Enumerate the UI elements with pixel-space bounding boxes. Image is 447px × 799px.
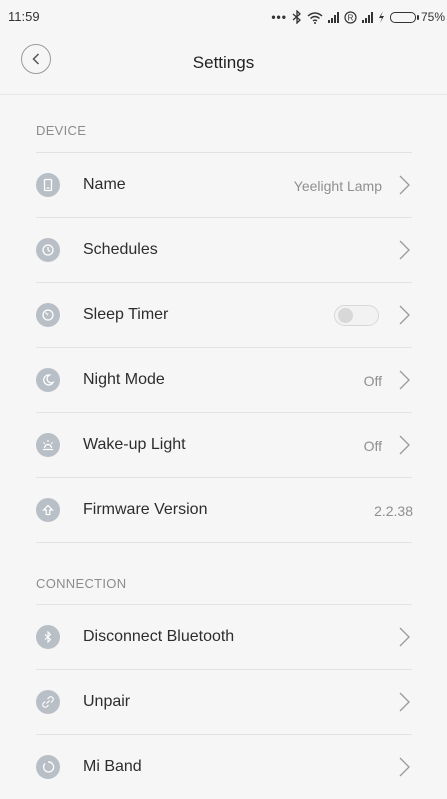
battery-percent: 75% bbox=[420, 10, 445, 24]
sleep-timer-toggle[interactable] bbox=[334, 305, 379, 326]
night-mode-label: Night Mode bbox=[83, 371, 165, 388]
bluetooth-icon bbox=[292, 10, 301, 24]
status-icons: ••• R 75% bbox=[271, 7, 445, 27]
section-header-device: DEVICE bbox=[36, 123, 87, 138]
divider bbox=[36, 542, 412, 543]
sleep-timer-row[interactable]: Sleep Timer bbox=[36, 282, 412, 347]
chevron-right-icon bbox=[399, 435, 410, 455]
schedules-row[interactable]: Schedules bbox=[36, 217, 412, 282]
upgrade-icon bbox=[36, 498, 60, 522]
roaming-icon: R bbox=[344, 10, 357, 24]
chevron-right-icon bbox=[399, 370, 410, 390]
sunrise-icon bbox=[36, 433, 60, 457]
wakeup-light-row[interactable]: Wake-up Light Off bbox=[36, 412, 412, 477]
signal-icon-2 bbox=[361, 11, 373, 23]
status-time: 11:59 bbox=[8, 9, 40, 24]
name-label: Name bbox=[83, 176, 126, 193]
chevron-right-icon bbox=[399, 240, 410, 260]
device-icon bbox=[36, 173, 60, 197]
more-dots-icon: ••• bbox=[271, 10, 287, 24]
chevron-right-icon bbox=[399, 627, 410, 647]
bluetooth-icon bbox=[36, 625, 60, 649]
link-icon bbox=[36, 690, 60, 714]
firmware-row: Firmware Version 2.2.38 bbox=[36, 477, 413, 542]
svg-text:R: R bbox=[348, 13, 354, 22]
schedules-label: Schedules bbox=[83, 241, 158, 258]
night-mode-value: Off bbox=[363, 373, 382, 389]
chevron-right-icon bbox=[399, 175, 410, 195]
unpair-row[interactable]: Unpair bbox=[36, 669, 412, 734]
chevron-right-icon bbox=[399, 692, 410, 712]
wifi-icon bbox=[307, 11, 323, 24]
section-header-connection: CONNECTION bbox=[36, 576, 127, 591]
mi-band-row[interactable]: Mi Band bbox=[36, 734, 412, 799]
unpair-label: Unpair bbox=[83, 693, 131, 710]
disconnect-bluetooth-label: Disconnect Bluetooth bbox=[83, 628, 235, 645]
sleep-timer-label: Sleep Timer bbox=[83, 306, 169, 323]
mi-band-label: Mi Band bbox=[83, 758, 142, 775]
band-icon bbox=[36, 755, 60, 779]
disconnect-bluetooth-row[interactable]: Disconnect Bluetooth bbox=[36, 604, 412, 669]
navigation-bar: Settings bbox=[0, 34, 447, 95]
clock-icon bbox=[36, 238, 60, 262]
page-title: Settings bbox=[192, 53, 255, 72]
wakeup-light-label: Wake-up Light bbox=[83, 436, 186, 453]
night-mode-row[interactable]: Night Mode Off bbox=[36, 347, 412, 412]
chevron-right-icon bbox=[399, 305, 410, 325]
moon-icon bbox=[36, 368, 60, 392]
name-row[interactable]: Name Yeelight Lamp bbox=[36, 152, 412, 217]
firmware-label: Firmware Version bbox=[83, 501, 208, 518]
timer-icon bbox=[36, 303, 60, 327]
charging-icon bbox=[378, 11, 384, 23]
battery-icon bbox=[389, 11, 419, 23]
wakeup-light-value: Off bbox=[363, 438, 382, 454]
signal-icon bbox=[327, 11, 339, 23]
name-value: Yeelight Lamp bbox=[293, 178, 382, 194]
chevron-right-icon bbox=[399, 757, 410, 777]
firmware-value: 2.2.38 bbox=[374, 503, 413, 519]
status-bar: 11:59 ••• R 75% bbox=[0, 0, 447, 34]
